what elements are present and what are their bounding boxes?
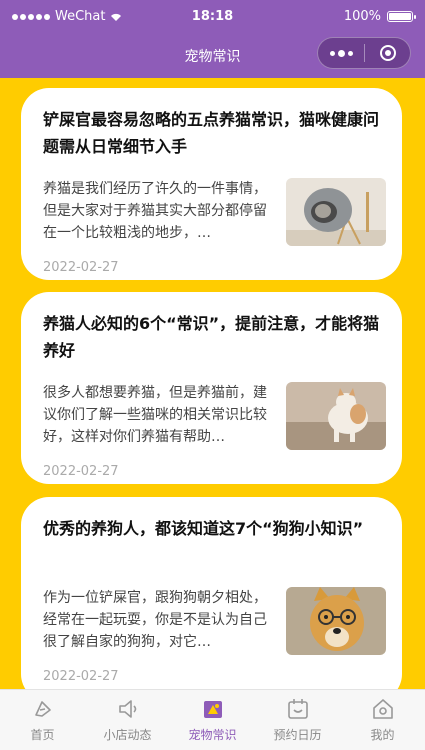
home-icon [34,701,51,717]
tab-booking-calendar[interactable]: 预约日历 [255,690,340,750]
article-card[interactable]: 养猫人必知的6个“常识”，提前注意，才能将猫养好 很多人都想要养猫，但是养猫前，… [21,292,402,484]
article-summary: 很多人都想要养猫，但是养猫前，建议你们了解一些猫咪的相关常识比较好，这样对你们养… [43,385,267,445]
tab-label: 首页 [30,728,55,742]
tab-label: 预约日历 [273,728,322,742]
tab-label: 宠物常识 [188,728,237,742]
close-circle-icon [379,45,396,61]
article-title: 铲屎官最容易忽略的五点养猫常识，猫咪健康问题需从日常细节入手 [43,110,380,156]
tab-home[interactable]: 首页 [0,690,85,750]
tab-shop-news[interactable]: 小店动态 [85,690,170,750]
tab-label: 我的 [370,728,395,742]
article-title: 优秀的养狗人，都该知道这7个“狗狗小知识” [43,519,364,538]
article-summary: 作为一位铲屎官，跟狗狗朝夕相处，经常在一起玩耍，你是不是认为自己很了解自家的狗狗… [43,590,267,650]
article-date: 2022-02-27 [43,669,119,684]
article-date: 2022-02-27 [43,260,119,275]
article-body: 很多人都想要养猫，但是养猫前，建议你们了解一些猫咪的相关常识比较好，这样对你们养… [43,382,386,454]
battery-percent: 100% [343,9,381,24]
article-date: 2022-02-27 [43,464,119,479]
tab-profile[interactable]: 我的 [340,690,425,750]
nav-bar: 宠物常识 [0,34,425,78]
status-bar: WeChat 18:18 100% [0,0,425,34]
article-summary: 养猫是我们经历了许久的一件事情，但是大家对于养猫其实大部分都停留在一个比较粗浅的… [43,181,267,241]
speaker-icon [118,700,136,718]
battery-icon [387,11,416,22]
article-card[interactable]: 铲屎官最容易忽略的五点养猫常识，猫咪健康问题需从日常细节入手 养猫是我们经历了许… [21,88,402,280]
tab-bar: 首页 小店动态 宠物常识 预约日历 我的 [0,689,425,750]
tab-label: 小店动态 [103,728,152,742]
article-card[interactable]: 优秀的养狗人，都该知道这7个“狗狗小知识” 作为一位铲屎官，跟狗狗朝夕相处，经常… [21,497,402,690]
article-title: 养猫人必知的6个“常识”，提前注意，才能将猫养好 [43,314,380,360]
article-body: 作为一位铲屎官，跟狗狗朝夕相处，经常在一起玩耍，你是不是认为自己很了解自家的狗狗… [43,587,386,659]
article-list[interactable]: 铲屎官最容易忽略的五点养猫常识，猫咪健康问题需从日常细节入手 养猫是我们经历了许… [0,88,425,690]
profile-icon [372,699,393,719]
cat-in-pod-photo [286,178,386,246]
tab-pet-knowledge[interactable]: 宠物常识 [170,690,255,750]
mini-program-capsule [317,37,411,69]
cat-on-sofa-photo [286,382,386,450]
status-right: 100% [343,9,416,24]
more-menu-icon[interactable] [318,38,364,68]
article-body: 养猫是我们经历了许久的一件事情，但是大家对于养猫其实大部分都停留在一个比较粗浅的… [43,178,386,250]
calendar-icon [287,699,308,719]
close-mini-program-button[interactable] [365,38,410,68]
pet-knowledge-icon [203,701,222,718]
dog-with-glasses-photo [286,587,386,655]
